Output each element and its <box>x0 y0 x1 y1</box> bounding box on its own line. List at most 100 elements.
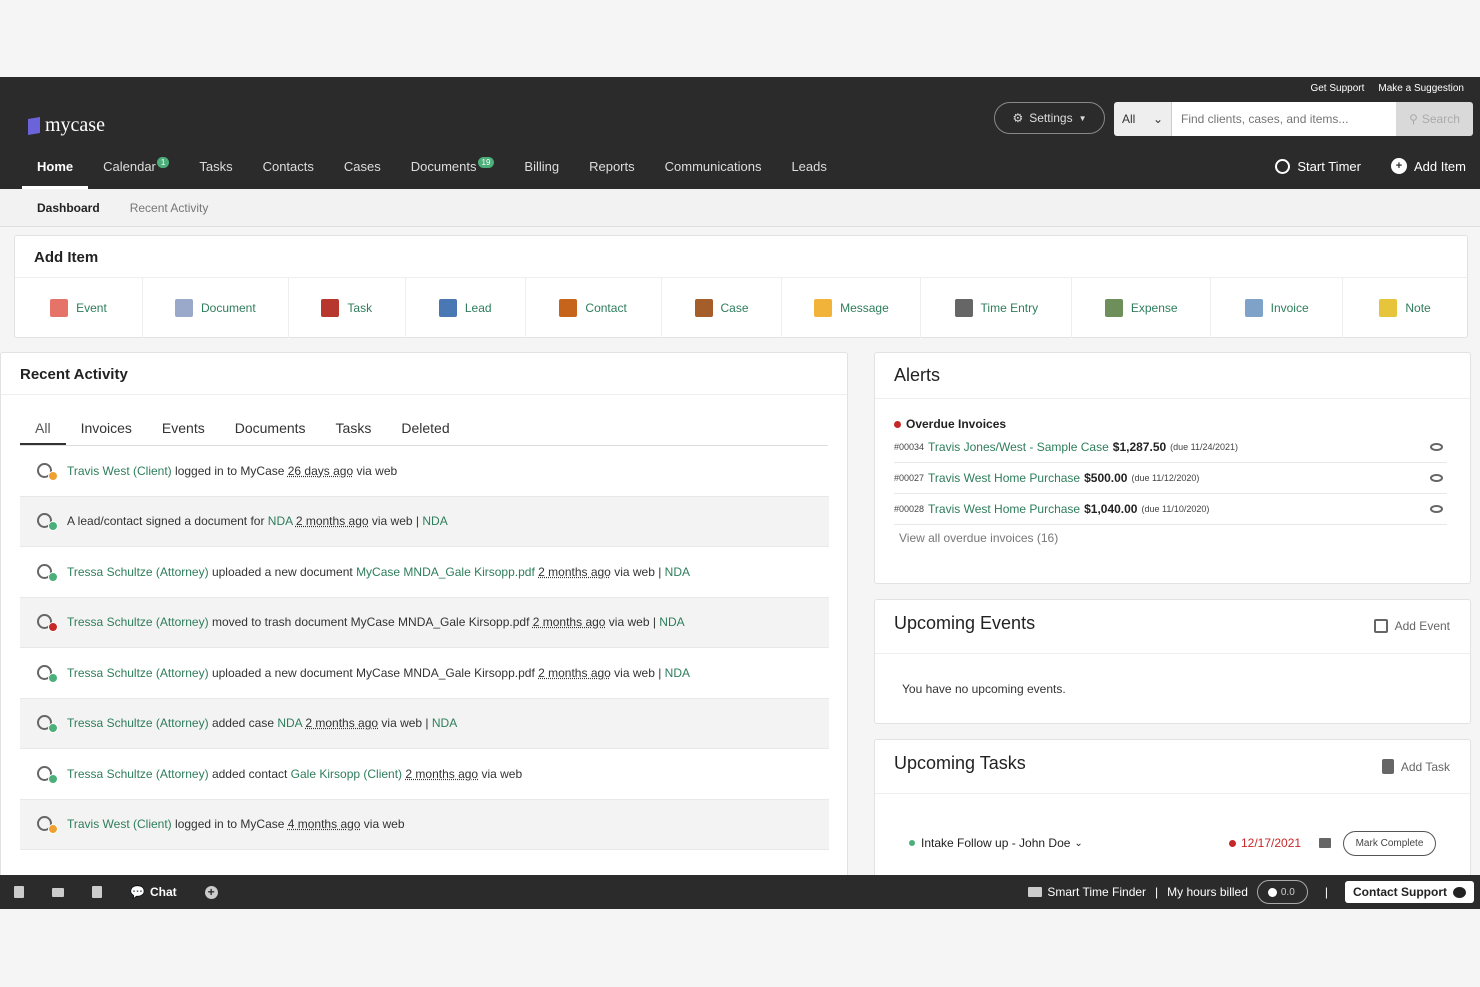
caret-down-icon: ▼ <box>1078 113 1087 123</box>
invoice-case-link[interactable]: Travis West Home Purchase <box>928 471 1080 485</box>
add-contact-button[interactable]: Contact <box>526 278 662 338</box>
sub-nav: Dashboard Recent Activity <box>0 189 1480 227</box>
add-item-grid: Event Document Task Lead Contact Case Message T… <box>15 277 1467 338</box>
search-scope-select[interactable]: All ⌄ <box>1114 102 1172 136</box>
tab-documents[interactable]: Documents <box>220 417 321 445</box>
calendar-count-badge: 1 <box>156 157 170 168</box>
tab-deleted[interactable]: Deleted <box>386 417 464 445</box>
add-note-button[interactable]: Note <box>1343 278 1467 338</box>
eye-icon[interactable] <box>1430 505 1443 513</box>
invoice-amount: $500.00 <box>1084 471 1128 485</box>
activity-actor-link[interactable]: Tressa Schultze (Attorney) <box>67 666 209 680</box>
add-item-title: Add Item <box>34 249 99 266</box>
nav-home[interactable]: Home <box>22 145 89 189</box>
add-case-button[interactable]: Case <box>662 278 783 338</box>
nav-tasks[interactable]: Tasks <box>184 145 247 189</box>
add-invoice-button[interactable]: Invoice <box>1211 278 1344 338</box>
smart-time-finder-button[interactable]: Smart Time Finder <box>1028 885 1146 899</box>
mycase-logo[interactable]: mycase <box>28 114 105 137</box>
add-expense-button[interactable]: Expense <box>1072 278 1212 338</box>
tab-events[interactable]: Events <box>147 417 220 445</box>
add-item-label: Event <box>76 301 107 315</box>
tab-tasks[interactable]: Tasks <box>321 417 387 445</box>
view-all-overdue-link[interactable]: View all overdue invoices (16) <box>899 531 1058 545</box>
tab-all[interactable]: All <box>20 417 66 445</box>
activity-suffix: via web | <box>605 615 660 630</box>
add-event-button[interactable]: Add Event <box>1373 619 1450 633</box>
invoice-case-link[interactable]: Travis West Home Purchase <box>928 502 1080 516</box>
settings-button[interactable]: ⚙ Settings ▼ <box>994 102 1105 134</box>
search-button[interactable]: ⚲ Search <box>1396 102 1473 136</box>
subnav-recent-activity[interactable]: Recent Activity <box>115 189 224 226</box>
eye-icon[interactable] <box>1430 443 1443 451</box>
task-name[interactable]: Intake Follow up - John Doe <box>921 836 1070 850</box>
mark-complete-button[interactable]: Mark Complete <box>1343 830 1436 856</box>
activity-user-icon <box>35 461 59 481</box>
tab-invoices[interactable]: Invoices <box>66 417 147 445</box>
add-item-label: Contact <box>585 301 627 315</box>
activity-text: Tressa Schultze (Attorney) added contact… <box>67 767 522 781</box>
plus-circle-icon[interactable]: + <box>204 885 218 899</box>
overdue-invoice-row: #00028 Travis West Home Purchase $1,040.00… <box>894 494 1447 525</box>
nav-communications[interactable]: Communications <box>650 145 777 189</box>
activity-actor-link[interactable]: Travis West (Client) <box>67 817 172 831</box>
nav-calendar[interactable]: Calendar 1 <box>88 145 184 189</box>
activity-time: 2 months ago <box>405 766 479 781</box>
overdue-invoices-label: Overdue Invoices <box>906 417 1007 431</box>
hours-billed-toggle[interactable]: 0.0 <box>1256 880 1308 904</box>
red-dot-icon <box>894 420 901 428</box>
chevron-down-icon[interactable]: ⌄ <box>1074 838 1082 849</box>
activity-object-link[interactable]: MyCase MNDA_Gale Kirsopp.pdf <box>356 565 535 579</box>
chat-button[interactable]: 💬 Chat <box>130 885 177 899</box>
activity-case-link[interactable]: NDA <box>432 716 457 730</box>
nav-reports[interactable]: Reports <box>574 145 650 189</box>
activity-object-link[interactable]: Gale Kirsopp (Client) <box>291 767 402 781</box>
task-icon <box>321 299 340 317</box>
activity-case-link[interactable]: NDA <box>659 615 684 629</box>
activity-object-link[interactable]: NDA <box>277 716 302 730</box>
activity-actor-link[interactable]: Tressa Schultze (Attorney) <box>67 716 209 730</box>
search-input[interactable] <box>1172 102 1396 136</box>
activity-case-link[interactable]: NDA <box>422 514 447 528</box>
nav-billing[interactable]: Billing <box>509 145 574 189</box>
activity-row: Travis West (Client) logged in to MyCase… <box>20 446 829 497</box>
mail-icon[interactable] <box>52 887 64 897</box>
activity-actor-link[interactable]: Tressa Schultze (Attorney) <box>67 615 209 629</box>
add-task-button[interactable]: Add Task <box>1381 759 1450 774</box>
add-document-button[interactable]: Document <box>143 278 289 338</box>
add-task-button[interactable]: Task <box>289 278 406 338</box>
start-timer-button[interactable]: Start Timer <box>1275 158 1361 174</box>
calculator-icon[interactable] <box>92 886 102 898</box>
activity-case-link[interactable]: NDA <box>665 565 690 579</box>
activity-actor-link[interactable]: Tressa Schultze (Attorney) <box>67 767 209 781</box>
hours-billed-value: 0.0 <box>1280 886 1295 898</box>
activity-row: Tressa Schultze (Attorney) moved to tras… <box>20 597 829 648</box>
nav-documents[interactable]: Documents 19 <box>396 145 510 189</box>
add-lead-button[interactable]: Lead <box>406 278 526 338</box>
task-row[interactable]: Intake Follow up - John Doe ⌄ 12/17/2021… <box>909 830 1436 856</box>
nav-contacts[interactable]: Contacts <box>248 145 329 189</box>
nav-cases[interactable]: Cases <box>329 145 396 189</box>
case-briefcase-icon[interactable] <box>1319 838 1331 848</box>
eye-icon[interactable] <box>1430 474 1443 482</box>
contact-support-button[interactable]: Contact Support <box>1345 881 1474 903</box>
activity-case-link[interactable]: NDA <box>665 666 690 680</box>
add-item-header-button[interactable]: + Add Item <box>1390 158 1466 174</box>
activity-row: A lead/contact signed a document for NDA… <box>20 496 829 547</box>
activity-object-link[interactable]: NDA <box>268 514 293 528</box>
activity-actor-link[interactable]: Tressa Schultze (Attorney) <box>67 565 209 579</box>
trash-icon[interactable] <box>14 886 24 898</box>
activity-text: Tressa Schultze (Attorney) added case ND… <box>67 716 457 730</box>
subnav-dashboard[interactable]: Dashboard <box>22 189 115 226</box>
nav-label: Leads <box>791 159 827 174</box>
nav-leads[interactable]: Leads <box>776 145 841 189</box>
add-message-button[interactable]: Message <box>782 278 922 338</box>
activity-actor-link[interactable]: Travis West (Client) <box>67 464 172 478</box>
make-suggestion-link[interactable]: Make a Suggestion <box>1378 83 1464 94</box>
add-time-entry-button[interactable]: Time Entry <box>921 278 1073 338</box>
invoice-case-link[interactable]: Travis Jones/West - Sample Case <box>928 440 1109 454</box>
activity-text: Tressa Schultze (Attorney) uploaded a ne… <box>67 565 690 579</box>
add-event-button[interactable]: Event <box>15 278 143 338</box>
activity-row: Tressa Schultze (Attorney) uploaded a ne… <box>20 547 829 598</box>
get-support-link[interactable]: Get Support <box>1310 83 1364 94</box>
